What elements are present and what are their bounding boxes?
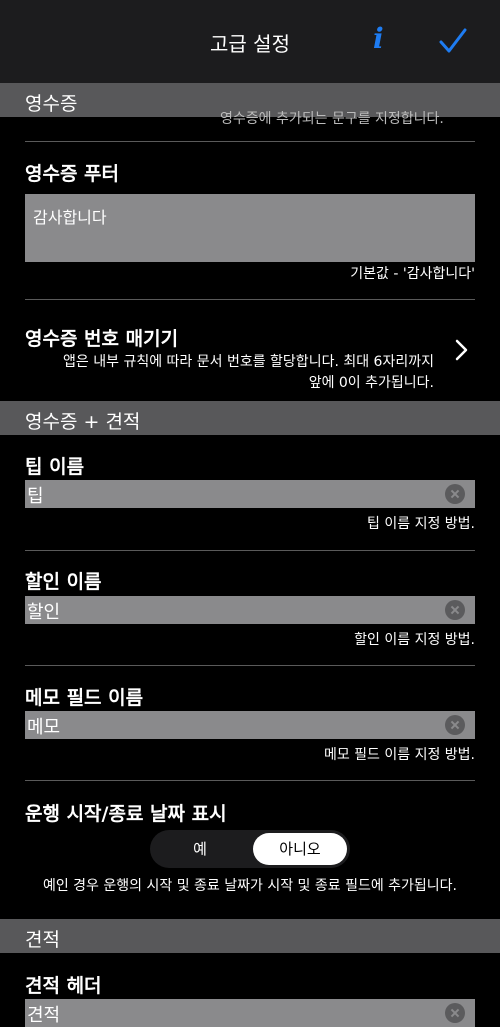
yes-option[interactable]: 예 [150, 830, 250, 868]
discount-name-input[interactable]: 할인 [25, 596, 475, 624]
tip-name-label: 팁 이름 [25, 456, 85, 478]
divider [25, 141, 475, 142]
receipt-numbering-label: 영수증 번호 매기기 [25, 328, 179, 350]
section-title: 영수증 [25, 93, 78, 115]
tip-name-input[interactable]: 팁 [25, 480, 475, 508]
memo-name-value: 메모 [27, 717, 61, 738]
clipped-text: 영수증에 추가되는 문구를 지정합니다. [220, 111, 444, 127]
desc-line: 앞에 0이 추가됩니다. [308, 375, 434, 391]
checkmark-icon[interactable] [436, 24, 470, 58]
section-title: 견적 [25, 929, 60, 951]
desc-line: 앱은 내부 규칙에 따라 문서 번호를 할당합니다. 최대 6자리까지 [63, 354, 434, 370]
navigation-bar: 고급 설정 i [0, 0, 500, 83]
trip-dates-label: 운행 시작/종료 날짜 표시 [25, 803, 227, 825]
memo-name-hint: 메모 필드 이름 지정 방법. [323, 747, 475, 763]
memo-name-label: 메모 필드 이름 [25, 687, 144, 709]
section-header-quote: 견적 [0, 919, 500, 953]
divider [25, 299, 475, 300]
trip-dates-note: 예인 경우 운행의 시작 및 종료 날짜가 시작 및 종료 필드에 추가됩니다. [42, 878, 458, 894]
discount-name-value: 할인 [27, 602, 61, 623]
discount-name-hint: 할인 이름 지정 방법. [354, 632, 475, 648]
clear-icon[interactable] [445, 600, 465, 620]
divider [25, 550, 475, 551]
clear-icon[interactable] [445, 715, 465, 735]
receipt-footer-hint: 기본값 - '감사합니다' [350, 266, 475, 282]
receipt-footer-field[interactable]: 감사합니다 [25, 194, 475, 262]
no-option[interactable]: 아니오 [253, 833, 347, 865]
receipt-footer-value: 감사합니다 [33, 208, 107, 227]
receipt-footer-label: 영수증 푸터 [25, 163, 120, 185]
section-header-receipt-quote: 영수증 + 견적 [0, 401, 500, 435]
chevron-right-icon[interactable] [452, 338, 470, 362]
clear-icon[interactable] [445, 1003, 465, 1023]
divider [25, 665, 475, 666]
memo-name-input[interactable]: 메모 [25, 711, 475, 739]
receipt-numbering-desc: 앱은 내부 규칙에 따라 문서 번호를 할당합니다. 최대 6자리까지 앞에 0… [14, 352, 434, 394]
section-title: 영수증 + 견적 [25, 411, 141, 433]
info-icon[interactable]: i [373, 22, 384, 55]
tip-name-value: 팁 [27, 486, 44, 507]
quote-header-value: 견적 [27, 1005, 61, 1026]
quote-header-label: 견적 헤더 [25, 975, 102, 997]
tip-name-hint: 팁 이름 지정 방법. [367, 516, 475, 532]
divider [25, 780, 475, 781]
discount-name-label: 할인 이름 [25, 571, 102, 593]
trip-dates-toggle: 예 아니오 [150, 830, 350, 868]
clear-icon[interactable] [445, 484, 465, 504]
page-title: 고급 설정 [210, 32, 290, 56]
quote-header-input[interactable]: 견적 [25, 999, 475, 1027]
